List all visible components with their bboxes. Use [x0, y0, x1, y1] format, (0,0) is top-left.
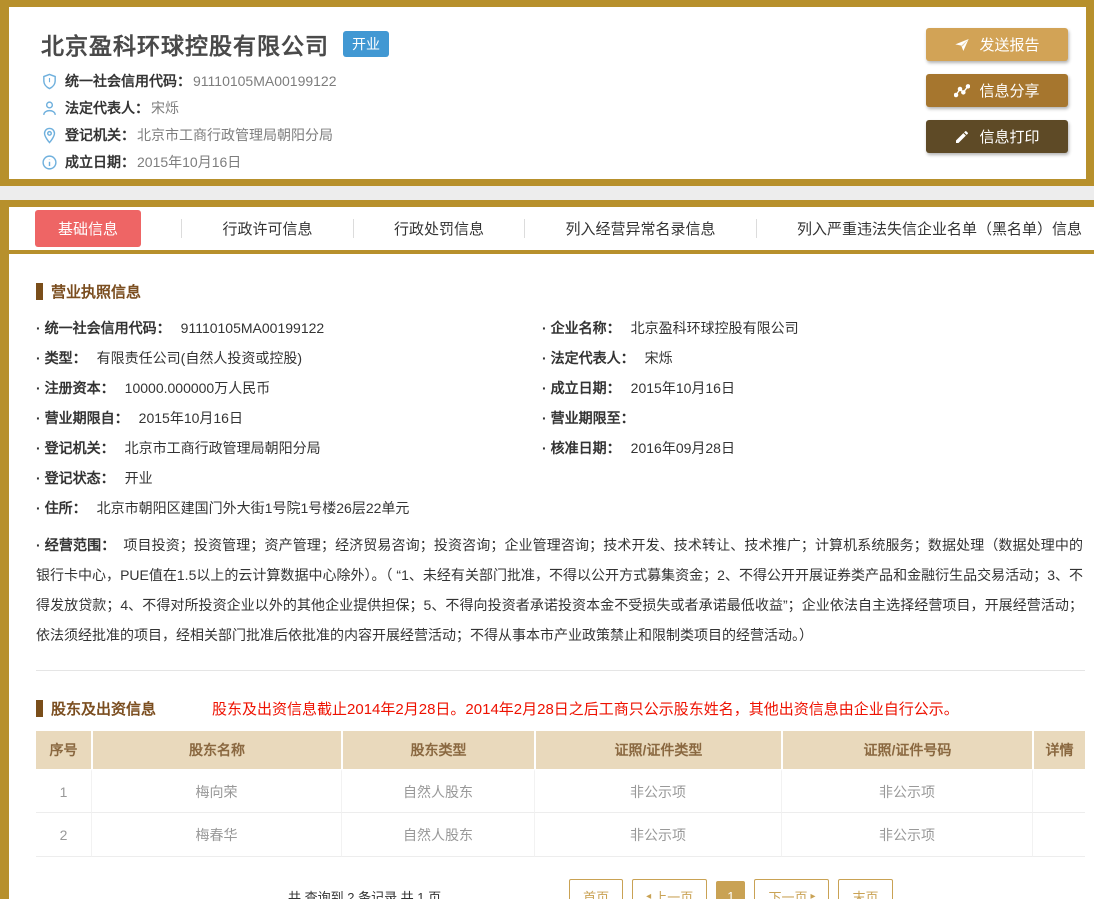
cell-shareholder-name: 梅向荣	[91, 769, 341, 813]
shareholders-notice: 股东及出资信息截止2014年2月28日。2014年2月28日之后工商只公示股东姓…	[212, 698, 959, 719]
tab-separator	[756, 219, 757, 238]
cell-shareholder-name: 梅春华	[91, 813, 341, 857]
person-icon	[41, 100, 58, 117]
record-summary: 共 查询到 2 条记录 共 1 页	[288, 887, 441, 899]
action-buttons: 发送报告 信息分享 信息打印	[926, 28, 1076, 166]
cell-detail	[1032, 813, 1085, 857]
prev-arrow-icon: ◂	[646, 891, 651, 899]
credit-code-icon	[41, 73, 58, 90]
tab-admin-license[interactable]: 行政许可信息	[222, 218, 312, 239]
cell-cert-number: 非公示项	[781, 813, 1032, 857]
share-info-button[interactable]: 信息分享	[926, 74, 1068, 107]
shareholders-table: 序号 股东名称 股东类型 证照/证件类型 证照/证件号码 详情 1 梅向荣 自然…	[36, 731, 1085, 857]
field-term-from: ·营业期限自：2015年10月16日	[36, 408, 534, 429]
last-page-button[interactable]: 末页	[838, 879, 892, 899]
cell-shareholder-type: 自然人股东	[341, 769, 534, 813]
field-established: ·成立日期：2015年10月16日	[542, 378, 1085, 399]
col-header-shareholder-type: 股东类型	[341, 731, 534, 769]
field-registry: ·登记机关：北京市工商行政管理局朝阳分局	[36, 438, 534, 459]
shareholders-section-title: 股东及出资信息	[51, 698, 156, 719]
paper-plane-icon	[954, 37, 970, 53]
license-section-title: 营业执照信息	[51, 281, 141, 302]
table-row: 2 梅春华 自然人股东 非公示项 非公示项	[36, 813, 1085, 857]
share-nodes-icon	[954, 83, 970, 99]
col-header-cert-type: 证照/证件类型	[534, 731, 781, 769]
field-credit-code: ·统一社会信用代码：91110105MA00199122	[36, 318, 534, 339]
tab-admin-penalty[interactable]: 行政处罚信息	[394, 218, 484, 239]
location-icon	[41, 127, 58, 144]
print-info-button[interactable]: 信息打印	[926, 120, 1068, 153]
section-bar-icon	[36, 700, 43, 717]
table-header-row: 序号 股东名称 股东类型 证照/证件类型 证照/证件号码 详情	[36, 731, 1085, 769]
col-header-cert-number: 证照/证件号码	[781, 731, 1032, 769]
credit-code-label: 统一社会信用代码：	[65, 71, 191, 91]
company-header-card: 北京盈科环球控股有限公司 开业 统一社会信用代码： 91110105MA0019…	[0, 0, 1094, 186]
cell-detail	[1032, 769, 1085, 813]
cell-shareholder-type: 自然人股东	[341, 813, 534, 857]
field-company-name: ·企业名称：北京盈科环球控股有限公司	[542, 318, 1085, 339]
field-empty	[542, 468, 1085, 489]
send-report-label: 发送报告	[979, 34, 1039, 55]
info-icon	[41, 154, 58, 171]
credit-code-value: 91110105MA00199122	[193, 73, 337, 89]
pagination: 首页 ◂上一页 1 下一页▸ 末页	[569, 879, 892, 899]
field-approval-date: ·核准日期：2016年09月28日	[542, 438, 1085, 459]
cell-cert-type: 非公示项	[534, 769, 781, 813]
field-term-to: ·营业期限至：	[542, 408, 1085, 429]
cell-cert-type: 非公示项	[534, 813, 781, 857]
shareholders-section-header: 股东及出资信息 股东及出资信息截止2014年2月28日。2014年2月28日之后…	[36, 698, 1085, 719]
section-divider	[36, 670, 1085, 671]
prev-page-button[interactable]: ◂上一页	[632, 879, 707, 899]
established-label: 成立日期：	[65, 152, 135, 172]
license-fields: ·统一社会信用代码：91110105MA00199122 ·企业名称：北京盈科环…	[36, 318, 1085, 650]
main-card: 基础信息 行政许可信息 行政处罚信息 列入经营异常名录信息 列入严重违法失信企业…	[0, 200, 1094, 899]
next-arrow-icon: ▸	[810, 891, 815, 899]
field-business-scope: ·经营范围：项目投资；投资管理；资产管理；经济贸易咨询；投资咨询；企业管理咨询；…	[36, 530, 1085, 650]
field-legal-rep: ·法定代表人：宋烁	[542, 348, 1085, 369]
tab-abnormal-list[interactable]: 列入经营异常名录信息	[565, 218, 715, 239]
next-page-button[interactable]: 下一页▸	[754, 879, 829, 899]
print-info-label: 信息打印	[979, 126, 1039, 147]
cell-index: 1	[36, 769, 91, 813]
field-reg-status: ·登记状态：开业	[36, 468, 534, 489]
first-page-button[interactable]: 首页	[569, 879, 623, 899]
field-address: ·住所：北京市朝阳区建国门外大街1号院1号楼26层22单元	[36, 498, 1085, 519]
col-header-shareholder-name: 股东名称	[91, 731, 341, 769]
table-row: 1 梅向荣 自然人股东 非公示项 非公示项	[36, 769, 1085, 813]
send-report-button[interactable]: 发送报告	[926, 28, 1068, 61]
license-section-header: 营业执照信息	[36, 281, 1085, 302]
legal-rep-value: 宋烁	[151, 98, 179, 118]
company-name: 北京盈科环球控股有限公司	[41, 27, 329, 61]
status-badge: 开业	[343, 31, 389, 57]
col-header-detail: 详情	[1032, 731, 1085, 769]
legal-rep-label: 法定代表人：	[65, 98, 149, 118]
tab-separator	[181, 219, 182, 238]
cell-index: 2	[36, 813, 91, 857]
current-page-button[interactable]: 1	[716, 881, 745, 899]
field-type: ·类型：有限责任公司(自然人投资或控股)	[36, 348, 534, 369]
section-bar-icon	[36, 283, 43, 300]
registry-value: 北京市工商行政管理局朝阳分局	[137, 125, 333, 145]
established-value: 2015年10月16日	[137, 152, 241, 172]
tab-bar: 基础信息 行政许可信息 行政处罚信息 列入经营异常名录信息 列入严重违法失信企业…	[9, 207, 1094, 254]
tab-blacklist[interactable]: 列入严重违法失信企业名单（黑名单）信息	[797, 218, 1082, 239]
field-reg-capital: ·注册资本：10000.000000万人民币	[36, 378, 534, 399]
share-info-label: 信息分享	[979, 80, 1039, 101]
tab-separator	[524, 219, 525, 238]
pencil-icon	[954, 129, 970, 145]
tab-basic-info[interactable]: 基础信息	[35, 210, 141, 247]
tab-separator	[353, 219, 354, 238]
col-header-index: 序号	[36, 731, 91, 769]
cell-cert-number: 非公示项	[781, 769, 1032, 813]
table-footer: 共 查询到 2 条记录 共 1 页 首页 ◂上一页 1 下一页▸ 末页	[36, 879, 1085, 899]
registry-label: 登记机关：	[65, 125, 135, 145]
